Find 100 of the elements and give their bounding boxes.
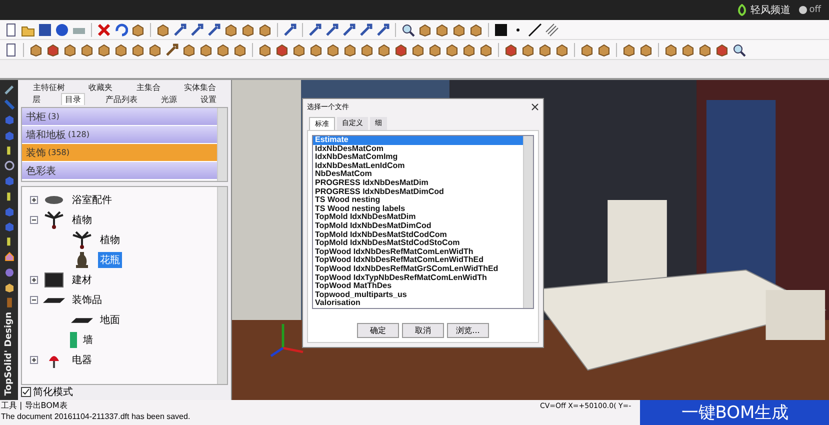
box-icon[interactable]: [233, 42, 247, 56]
box-icon[interactable]: [469, 22, 483, 36]
file-list-item[interactable]: TopWood IdxNbDesRefMatComLenWidTh: [313, 248, 523, 256]
box-icon[interactable]: [418, 22, 432, 36]
box-icon[interactable]: [479, 42, 493, 56]
scrollbar[interactable]: [523, 136, 533, 308]
expander-icon[interactable]: [30, 216, 38, 224]
box-icon[interactable]: [394, 42, 408, 56]
hatch-icon[interactable]: [545, 22, 559, 36]
file-list-item[interactable]: IdxNbDesMatComImg: [313, 153, 523, 162]
box-icon[interactable]: [131, 42, 145, 56]
box-icon[interactable]: [46, 42, 60, 56]
dialog-button[interactable]: 浏览...: [447, 323, 489, 338]
box-icon[interactable]: [224, 22, 238, 36]
scrollbar[interactable]: [217, 108, 227, 181]
box-icon[interactable]: [309, 42, 323, 56]
document-icon[interactable]: [4, 22, 18, 36]
file-list-item[interactable]: Estimate: [313, 136, 523, 145]
box-icon[interactable]: [131, 22, 145, 36]
ruler-icon[interactable]: [2, 99, 16, 110]
file-list-item[interactable]: TS Wood nesting: [313, 196, 523, 205]
expander-icon[interactable]: [30, 296, 38, 304]
box-icon[interactable]: [597, 42, 611, 56]
expander-icon[interactable]: [30, 356, 38, 364]
box-icon[interactable]: [148, 42, 162, 56]
expander-icon[interactable]: [30, 196, 38, 204]
box-icon[interactable]: [97, 42, 111, 56]
file-list-item[interactable]: TS Wood nesting labels: [313, 204, 523, 214]
line-icon[interactable]: [528, 22, 542, 36]
box-icon[interactable]: [114, 42, 128, 56]
box-icon[interactable]: [715, 42, 729, 56]
panel-tab[interactable]: 主集合: [133, 82, 164, 92]
panel-tab[interactable]: 主特征树: [30, 82, 68, 92]
file-list-item[interactable]: TopMold IdxNbDesMatStdCodCom: [313, 230, 523, 240]
panel-tab[interactable]: 设置: [197, 94, 220, 104]
panel-tab[interactable]: 产品列表: [102, 94, 140, 104]
box-icon[interactable]: [521, 42, 535, 56]
box-icon[interactable]: [462, 42, 476, 56]
box-icon[interactable]: [216, 42, 230, 56]
box-icon[interactable]: [538, 42, 552, 56]
document-icon[interactable]: [4, 42, 18, 56]
box-icon[interactable]: [292, 42, 306, 56]
category-item[interactable]: 装饰 (358): [22, 144, 217, 162]
tree-item[interactable]: 植物: [70, 212, 94, 228]
close-icon[interactable]: [531, 103, 539, 111]
box-icon[interactable]: [258, 22, 272, 36]
box-icon[interactable]: [63, 42, 77, 56]
panel-tab[interactable]: 光源: [158, 94, 180, 104]
box-icon[interactable]: [343, 42, 357, 56]
dialog-button[interactable]: 确定: [357, 323, 399, 338]
expander-icon[interactable]: [30, 276, 38, 284]
tree-item[interactable]: 浴室配件: [70, 192, 114, 208]
scrollbar[interactable]: [217, 187, 227, 384]
tree-item[interactable]: 建材: [70, 272, 94, 288]
box-icon[interactable]: [452, 22, 466, 36]
file-list-item[interactable]: IdxNbDesMatLenIdCom: [313, 162, 523, 170]
box-icon[interactable]: [360, 42, 374, 56]
file-list-item[interactable]: TopMold IdxNbDesMatDim: [313, 213, 523, 222]
category-item[interactable]: 色彩表: [22, 162, 217, 180]
zoom-icon[interactable]: [732, 42, 746, 56]
box-icon[interactable]: [199, 42, 213, 56]
tree-item[interactable]: 装饰品: [70, 292, 104, 308]
file-list-item[interactable]: TopWood IdxTypNbDesRefMatComLenWidTh: [313, 274, 523, 282]
file-list-item[interactable]: TopMold IdxNbDesMatDimCod: [313, 222, 523, 231]
box-icon[interactable]: [555, 42, 569, 56]
box-icon[interactable]: [681, 42, 695, 56]
file-list-item[interactable]: TopWood IdxNbDesRefMatGrSComLenWidThEd: [313, 264, 523, 274]
panel-tab[interactable]: 层: [30, 94, 44, 104]
file-list-item[interactable]: TopWood MatThDes: [313, 282, 523, 291]
zoom-icon[interactable]: [401, 22, 415, 36]
box-icon[interactable]: [156, 22, 170, 36]
file-list-item[interactable]: IdxNbDesMatCom: [313, 144, 523, 154]
box-icon[interactable]: [639, 42, 653, 56]
box-icon[interactable]: [80, 42, 94, 56]
color-swatch-icon[interactable]: [494, 22, 508, 36]
house-icon[interactable]: [2, 251, 16, 263]
box-icon[interactable]: [29, 42, 43, 56]
file-list-item[interactable]: PROGRESS IdxNbDesMatDimCod: [313, 188, 523, 196]
box-icon[interactable]: [580, 42, 594, 56]
panel-tab[interactable]: 实体集合: [181, 82, 220, 92]
tree-item[interactable]: 花瓶: [98, 252, 122, 268]
category-item[interactable]: 书柜 (3): [22, 108, 217, 126]
category-item[interactable]: 墙和地板 (128): [22, 126, 217, 144]
box-icon[interactable]: [622, 42, 636, 56]
box-icon[interactable]: [182, 42, 196, 56]
delete-icon[interactable]: [97, 22, 111, 36]
file-list-item[interactable]: TopWood IdxNbDesRefMatComLenWidThEd: [313, 256, 523, 265]
box-icon[interactable]: [435, 22, 449, 36]
file-list-item[interactable]: TopMold IdxNbDesMatStdCodStoCom: [313, 239, 523, 248]
file-list-item[interactable]: Valorisation: [313, 299, 523, 308]
box-icon[interactable]: [326, 42, 340, 56]
cube-icon[interactable]: [2, 114, 16, 126]
box-icon[interactable]: [428, 42, 442, 56]
tree-item[interactable]: 地面: [98, 312, 122, 328]
pencil-icon[interactable]: [2, 84, 16, 96]
tree-item[interactable]: 电器: [70, 352, 94, 368]
file-list-item[interactable]: PROGRESS IdxNbDesMatDim: [313, 178, 523, 188]
box-icon[interactable]: [411, 42, 425, 56]
sphere-icon[interactable]: [2, 266, 16, 278]
box-icon[interactable]: [698, 42, 712, 56]
